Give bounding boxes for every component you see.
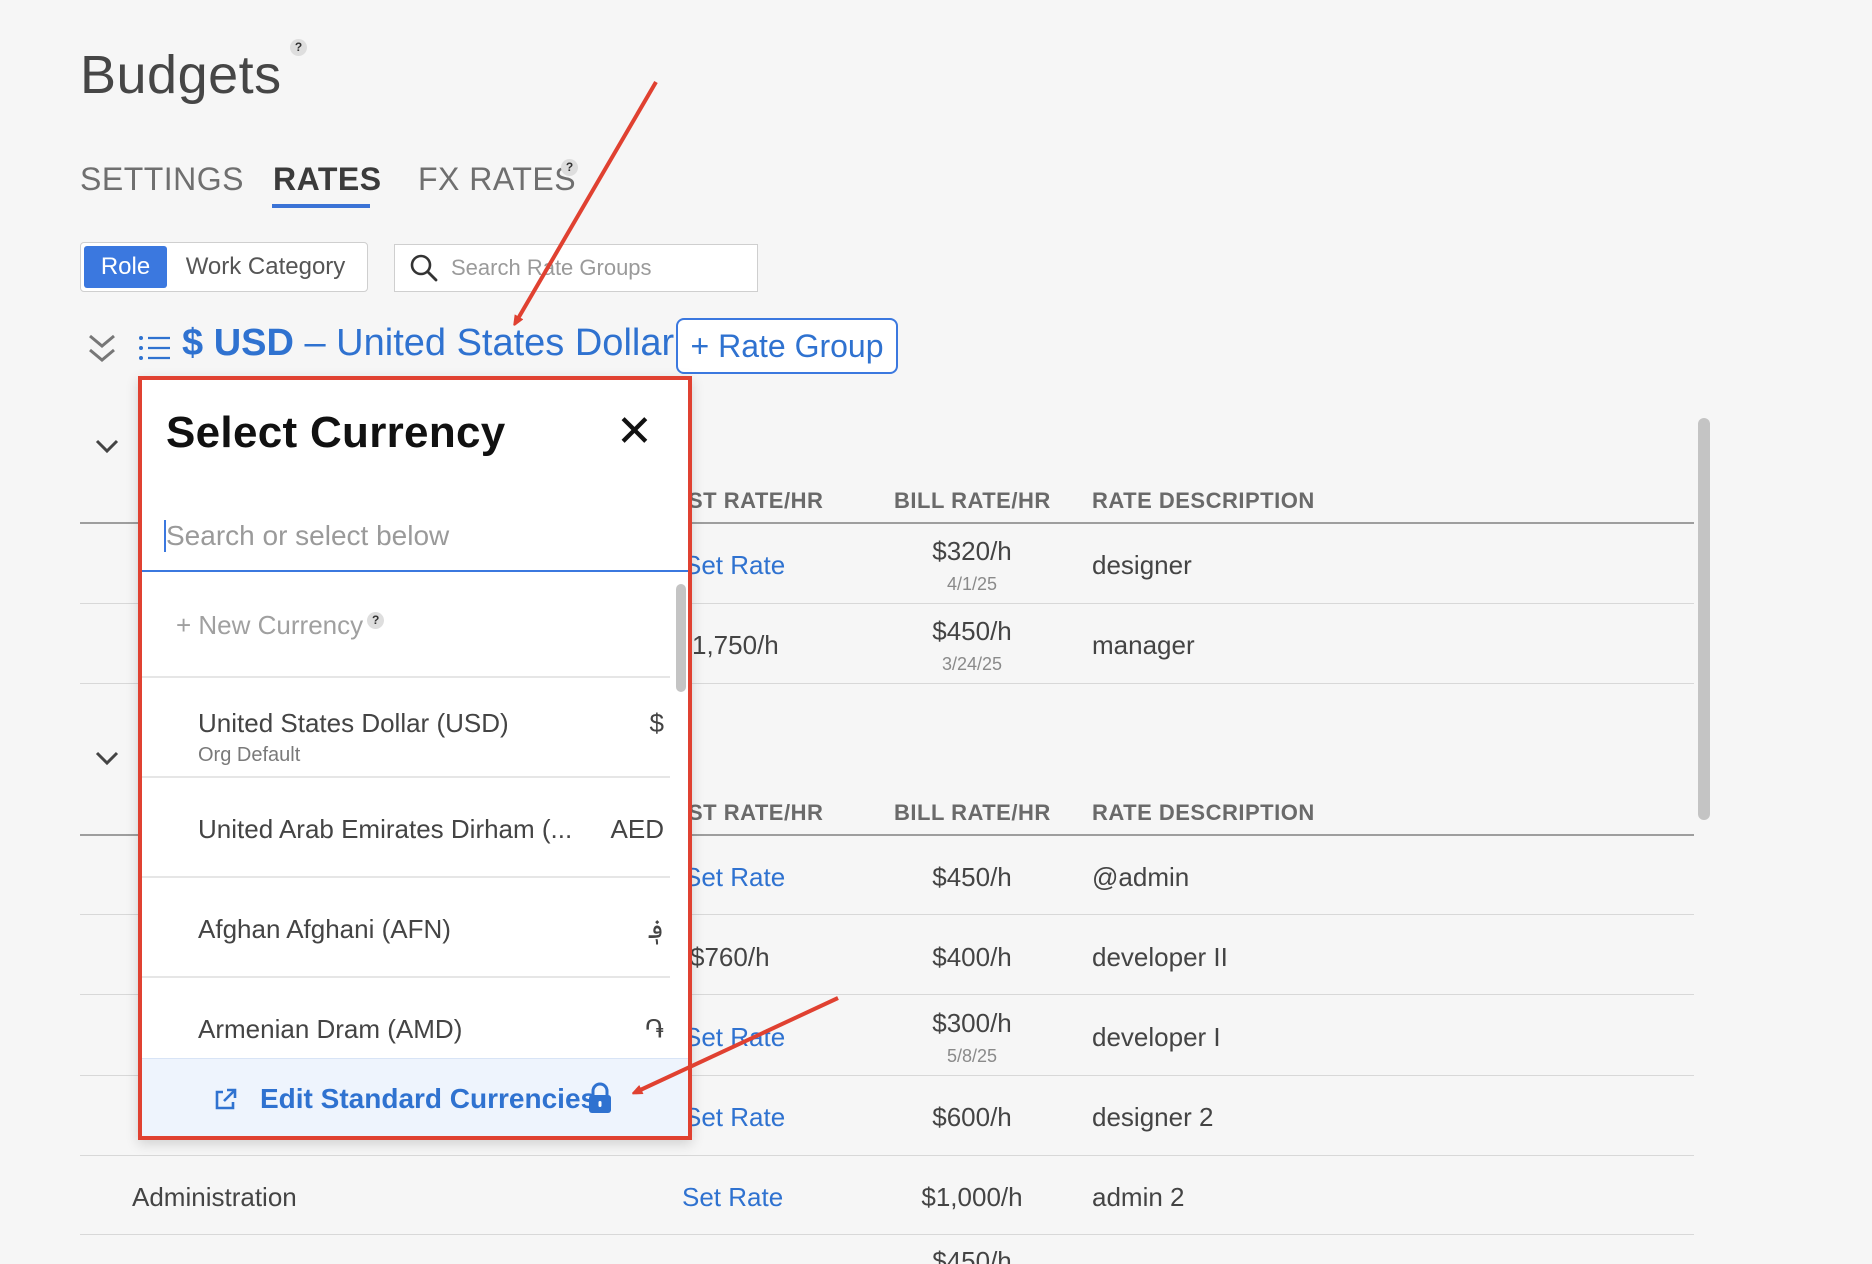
tab-fx-rates[interactable]: FX RATES (418, 161, 576, 198)
active-tab-indicator (272, 204, 370, 208)
currency-option-afn[interactable]: Afghan Afghani (AFN) ؋ (142, 878, 670, 978)
set-rate-link[interactable]: Set Rate (682, 1182, 783, 1213)
search-rate-groups (394, 244, 758, 292)
search-rate-groups-input[interactable] (451, 255, 741, 281)
currency-option-usd[interactable]: United States Dollar (USD) $ Org Default (142, 678, 670, 778)
rate-type-toggle: Role Work Category (80, 242, 368, 292)
set-rate-link[interactable]: Set Rate (684, 1022, 785, 1053)
rate-description: developer I (1092, 1022, 1221, 1052)
popup-scrollbar[interactable] (676, 584, 686, 692)
tab-settings[interactable]: SETTINGS (80, 161, 244, 198)
currency-option-symbol: $ (649, 708, 664, 738)
currency-code: $ USD (182, 322, 294, 364)
bill-rate-header: BILL RATE/HR (894, 488, 1051, 513)
currency-option-amd[interactable]: Armenian Dram (AMD) ֏ (142, 978, 670, 1058)
bill-rate-date: 4/1/25 (946, 574, 998, 594)
cost-rate-header: ST RATE/HR (688, 800, 824, 825)
row-divider (80, 1155, 1694, 1156)
rate-description: @admin (1092, 862, 1190, 892)
bill-rate-date: 5/8/25 (946, 1046, 998, 1066)
set-rate-link[interactable]: Set Rate (684, 550, 785, 581)
bill-rate: $300/h (932, 1008, 1012, 1038)
currency-selector[interactable]: $ USD – United States Dollar (182, 322, 674, 365)
rate-description-header: RATE DESCRIPTION (1092, 800, 1315, 825)
currency-option-name: United States Dollar (USD) (198, 708, 509, 738)
currency-option-name: Armenian Dram (AMD) (198, 1014, 463, 1044)
bill-rate: $450/h (932, 1246, 1012, 1264)
rate-description: designer 2 (1092, 1102, 1214, 1132)
currency-option-name: Afghan Afghani (AFN) (198, 914, 451, 944)
add-rate-group-button[interactable]: + Rate Group (676, 318, 898, 374)
row-divider (80, 1234, 1694, 1235)
table-scrollbar[interactable] (1698, 418, 1710, 820)
bill-rate: $600/h (932, 1102, 1012, 1132)
bill-rate: $320/h (932, 536, 1012, 566)
currency-option-symbol: ֏ (644, 1014, 664, 1044)
currency-search-input[interactable] (164, 520, 644, 552)
new-currency-button[interactable]: + New Currency? (176, 610, 385, 641)
fx-rates-help-icon[interactable]: ? (561, 159, 578, 176)
set-rate-link[interactable]: Set Rate (684, 1102, 785, 1133)
popup-title: Select Currency (166, 408, 506, 457)
new-currency-help-icon[interactable]: ? (367, 612, 385, 630)
role-toggle-button[interactable]: Role (84, 246, 167, 288)
chevron-down-icon[interactable] (94, 748, 120, 768)
bill-rate-date: 3/24/25 (941, 654, 1003, 674)
collapse-all-icon[interactable] (86, 330, 118, 366)
currency-option-aed[interactable]: United Arab Emirates Dirham (... AED (142, 778, 670, 878)
currency-option-symbol: AED (610, 814, 664, 844)
rate-description: admin 2 (1092, 1182, 1185, 1212)
external-link-icon (215, 1088, 237, 1110)
work-category-toggle-button[interactable]: Work Category (167, 246, 364, 288)
currency-name: – United States Dollar (304, 322, 675, 364)
bill-rate: $400/h (932, 942, 1012, 972)
page-title: Budgets (80, 45, 282, 105)
help-icon[interactable]: ? (290, 39, 307, 56)
bill-rate: $450/h (932, 616, 1012, 646)
cost-rate: 1,750/h (692, 630, 779, 660)
currency-option-subtitle: Org Default (198, 744, 301, 766)
bill-rate: $1,000/h (921, 1182, 1023, 1212)
select-currency-popup: Select Currency ✕ + New Currency? United… (138, 376, 692, 1140)
list-icon[interactable] (138, 334, 172, 362)
currency-search (142, 502, 688, 572)
role-name: Administration (132, 1182, 297, 1212)
rate-description: manager (1092, 630, 1195, 660)
currency-option-symbol: ؋ (648, 914, 664, 944)
cost-rate: $760/h (690, 942, 770, 972)
cost-rate-header: ST RATE/HR (688, 488, 824, 513)
currency-option-name: United Arab Emirates Dirham (... (198, 814, 573, 844)
bill-rate: $450/h (932, 862, 1012, 892)
rate-description-header: RATE DESCRIPTION (1092, 488, 1315, 513)
tab-rates[interactable]: RATES (273, 161, 382, 198)
set-rate-link[interactable]: Set Rate (684, 862, 785, 893)
rate-description: designer (1092, 550, 1192, 580)
edit-standard-currencies-label: Edit Standard Currencies (260, 1083, 597, 1114)
rate-description: developer II (1092, 942, 1228, 972)
bill-rate-header: BILL RATE/HR (894, 800, 1051, 825)
close-icon[interactable]: ✕ (616, 406, 653, 457)
new-currency-label: + New Currency (176, 610, 364, 640)
edit-standard-currencies-button[interactable]: Edit Standard Currencies (142, 1058, 688, 1136)
chevron-down-icon[interactable] (94, 436, 120, 456)
lock-icon (589, 1082, 611, 1113)
search-icon (410, 254, 438, 282)
